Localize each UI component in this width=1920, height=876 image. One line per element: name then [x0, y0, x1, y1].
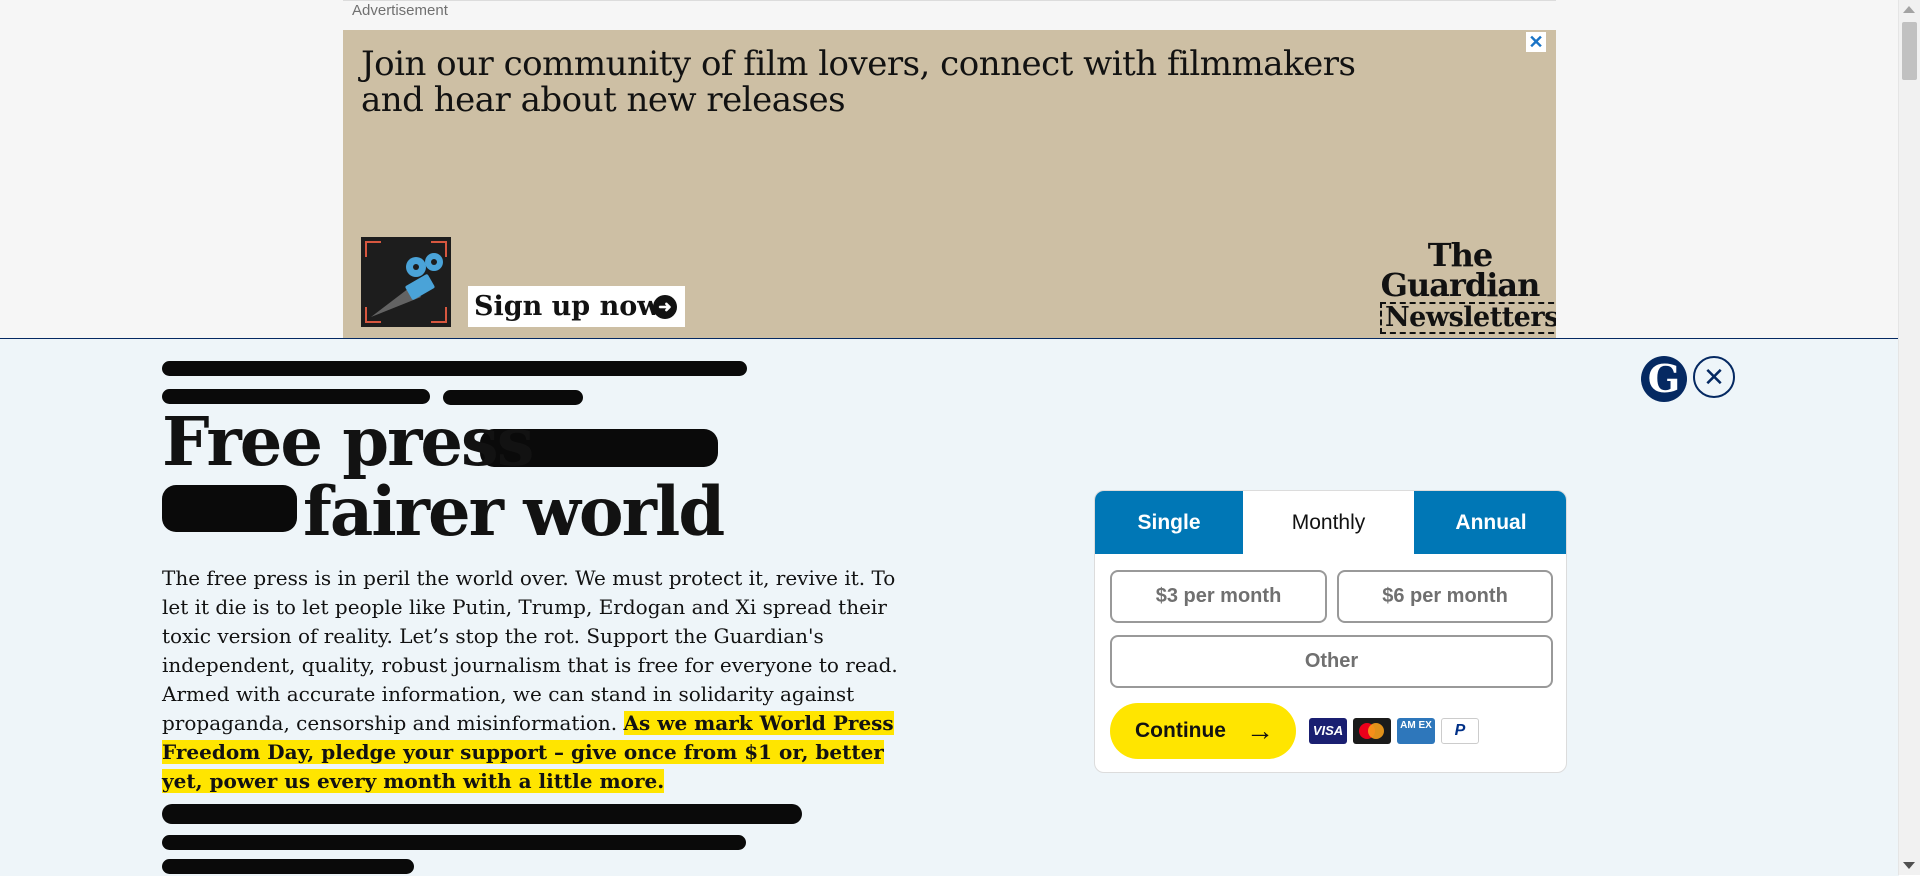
tab-monthly[interactable]: Monthly: [1243, 491, 1414, 554]
scroll-up-icon[interactable]: [1903, 6, 1915, 13]
advertisement-area: Advertisement Join our community of film…: [0, 0, 1899, 338]
tab-annual[interactable]: Annual: [1414, 491, 1566, 554]
mastercard-icon: [1353, 718, 1391, 744]
contribution-choice-card: Single Monthly Annual $3 per month $6 pe…: [1094, 490, 1567, 773]
decorative-scribble: [162, 361, 747, 376]
decorative-scribble: [162, 859, 414, 874]
decorative-scribble: [162, 485, 297, 532]
tab-single[interactable]: Single: [1095, 491, 1243, 554]
decorative-scribble: [162, 804, 802, 824]
ad-divider: [343, 0, 1556, 1]
banner-body-text: The free press is in peril the world ove…: [162, 564, 922, 796]
ad-headline: Join our community of film lovers, conne…: [361, 44, 1356, 120]
support-banner: Free press fairer world The free press i…: [0, 338, 1899, 876]
headline-line-2: fairer world: [303, 472, 725, 551]
ad-label: Advertisement: [352, 2, 448, 19]
page-scrollbar[interactable]: [1898, 0, 1920, 875]
amount-option-other[interactable]: Other: [1110, 635, 1553, 688]
ad-close-icon[interactable]: ✕: [1526, 32, 1546, 52]
body-paragraph: The free press is in peril the world ove…: [162, 566, 898, 735]
headline-line-1: Free press: [162, 402, 534, 481]
guardian-logo-icon[interactable]: G: [1641, 356, 1687, 402]
ad-signup-button[interactable]: Sign up now ➜: [468, 286, 685, 327]
visa-icon: VISA: [1309, 718, 1347, 744]
brand-line-3: Newsletters: [1380, 302, 1556, 334]
arrow-right-icon: ➜: [653, 295, 677, 319]
close-banner-button[interactable]: ✕: [1693, 356, 1735, 398]
decorative-scribble: [162, 835, 746, 850]
amount-option-6[interactable]: $6 per month: [1337, 570, 1553, 623]
ad-signup-label: Sign up now: [474, 291, 661, 322]
film-projector-icon: [361, 237, 451, 327]
arrow-right-icon: →: [1246, 715, 1274, 746]
guardian-newsletters-logo: The Guardian Newsletters: [1380, 239, 1556, 334]
continue-button[interactable]: Continue →: [1110, 703, 1296, 759]
frequency-tabs: Single Monthly Annual: [1095, 491, 1566, 554]
amount-option-3[interactable]: $3 per month: [1110, 570, 1327, 623]
brand-line-2: Guardian: [1380, 266, 1541, 304]
scrollbar-thumb[interactable]: [1902, 22, 1917, 80]
amex-icon: AM EX: [1397, 718, 1435, 744]
paypal-icon: P: [1441, 718, 1479, 744]
continue-label: Continue: [1135, 719, 1226, 742]
ad-banner[interactable]: Join our community of film lovers, conne…: [343, 30, 1556, 338]
scroll-down-icon[interactable]: [1903, 862, 1915, 869]
